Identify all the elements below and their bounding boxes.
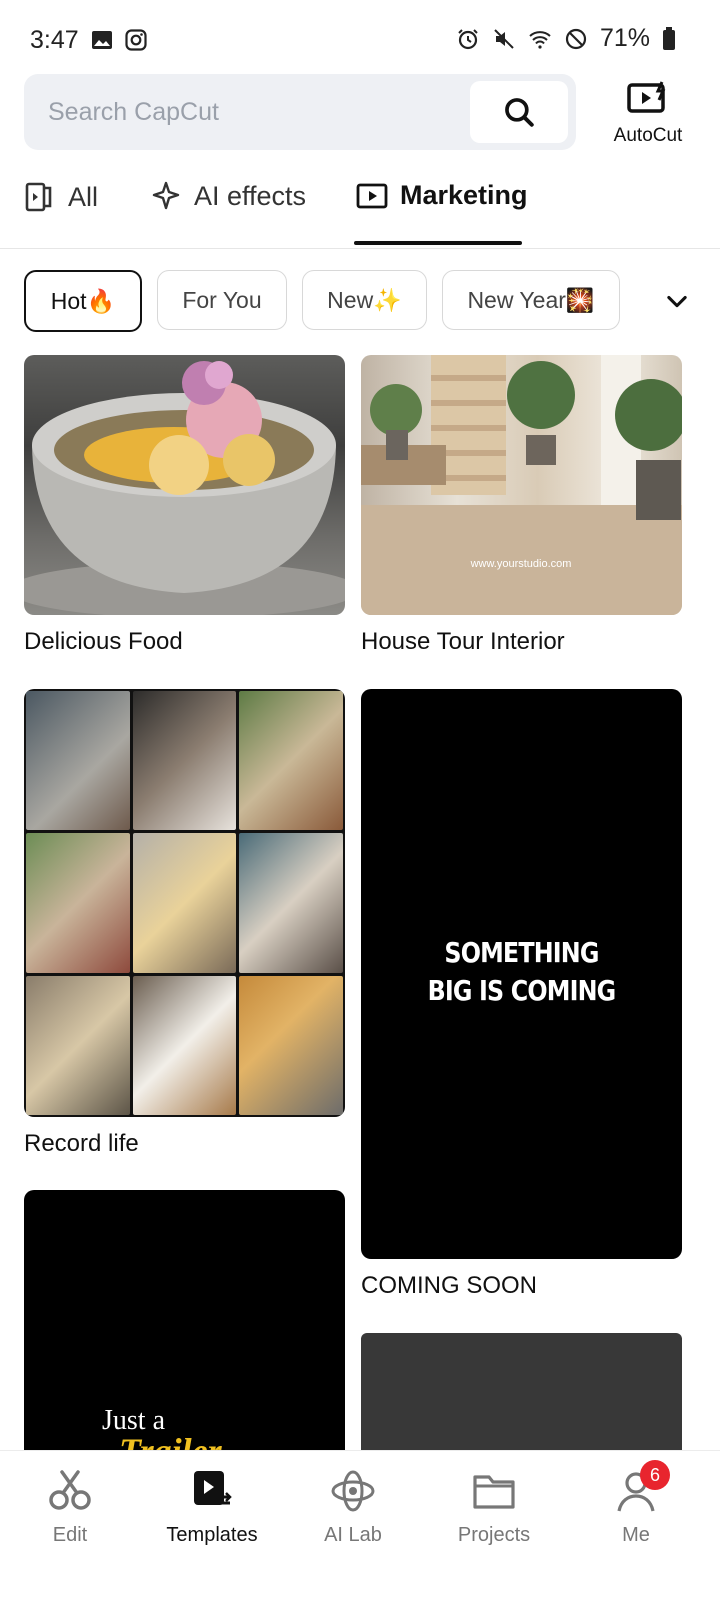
search-button[interactable] [470, 81, 568, 143]
folder-icon [473, 1475, 515, 1509]
chip-hot[interactable]: Hot🔥 [24, 270, 142, 332]
battery-text: 71% [599, 24, 650, 52]
collage-photo [132, 975, 237, 1115]
expand-chips-button[interactable] [634, 266, 720, 336]
wifi-icon [529, 30, 551, 49]
instagram-icon [125, 29, 147, 51]
chip-new[interactable]: New✨ [302, 270, 427, 330]
template-title[interactable]: Record life [24, 1130, 139, 1158]
tab-label: Marketing [400, 180, 528, 210]
overlay-line: SOMETHING [444, 936, 599, 969]
nav-me[interactable]: Me [576, 1469, 696, 1547]
play-square-icon [356, 183, 388, 208]
tab-all[interactable]: All [24, 180, 98, 214]
template-thumbnail-trailer[interactable]: Just a Trailer [24, 1190, 345, 1490]
nav-label: Me [622, 1524, 650, 1546]
template-thumbnail-house-tour[interactable]: www.yourstudio.com [361, 355, 682, 615]
status-bar: 3:47 71% [0, 0, 720, 80]
mute-icon [494, 28, 514, 49]
autocut-button[interactable]: AutoCut [598, 80, 698, 160]
collage-photo [26, 833, 130, 973]
status-time: 3:47 [30, 26, 79, 54]
collage-photo [26, 975, 130, 1115]
food-bowl-illustration [24, 361, 345, 615]
collage-photo [239, 691, 343, 831]
nav-label: Projects [457, 1524, 531, 1546]
coming-soon-overlay: SOMETHING BIG IS COMING [385, 934, 658, 1010]
chip-for-you[interactable]: For You [157, 270, 287, 330]
template-title[interactable]: House Tour Interior [361, 628, 565, 656]
status-right: 71% [456, 24, 676, 53]
tab-label: All [68, 181, 99, 212]
nav-ai-lab[interactable]: AI Lab [293, 1469, 413, 1547]
chip-new-year[interactable]: New Year🎇 [442, 270, 620, 330]
nav-label: Templates [166, 1524, 258, 1546]
tab-ai-effects[interactable]: AI effects [150, 180, 306, 212]
collage-photo [239, 975, 343, 1115]
nav-templates[interactable]: Templates [152, 1469, 272, 1547]
autocut-icon [627, 81, 666, 113]
scissors-icon [49, 1470, 91, 1510]
template-title[interactable]: Delicious Food [24, 628, 183, 656]
filter-chips: Hot🔥 For You New✨ New Year🎇 [0, 266, 720, 336]
gallery-icon [92, 31, 112, 49]
atom-icon [331, 1470, 375, 1512]
sparkle-icon [152, 181, 180, 210]
overlay-line: BIG IS COMING [427, 974, 617, 1007]
collage-photo [132, 691, 237, 831]
category-tabs: All AI effects Marketing [0, 160, 720, 249]
bottom-navigation: Edit Templates AI Lab Projects Me [0, 1450, 720, 1601]
battery-icon [663, 26, 675, 50]
template-thumbnail-record-life[interactable] [24, 689, 345, 1117]
notification-badge: 6 [640, 1460, 670, 1490]
tab-marketing[interactable]: Marketing [356, 180, 528, 211]
autocut-label: AutoCut [613, 125, 683, 146]
nav-projects[interactable]: Projects [434, 1469, 554, 1547]
templates-icon [194, 1471, 232, 1505]
dnd-icon [565, 28, 587, 49]
active-tab-indicator [354, 241, 522, 245]
alarm-icon [458, 28, 478, 49]
chevron-down-icon [667, 295, 687, 308]
house-interior-illustration: www.yourstudio.com [361, 355, 682, 615]
template-thumbnail-delicious-food[interactable] [24, 355, 345, 615]
nav-edit[interactable]: Edit [10, 1469, 130, 1547]
collage-photo [239, 833, 343, 973]
nav-label: Edit [52, 1524, 88, 1546]
template-title[interactable]: COMING SOON [361, 1272, 537, 1300]
watermark-text: www.yourstudio.com [470, 558, 572, 570]
status-left-icons [90, 28, 148, 52]
search-bar[interactable]: Search CapCut [24, 74, 576, 150]
collage-photo [26, 691, 130, 831]
nav-label: AI Lab [324, 1524, 382, 1546]
search-input[interactable]: Search CapCut [48, 98, 219, 127]
tab-label: AI effects [194, 180, 307, 211]
collage-photo [132, 833, 237, 973]
clip-icon [25, 182, 52, 212]
search-icon [505, 98, 534, 127]
template-thumbnail-coming-soon[interactable]: SOMETHING BIG IS COMING [361, 689, 682, 1259]
